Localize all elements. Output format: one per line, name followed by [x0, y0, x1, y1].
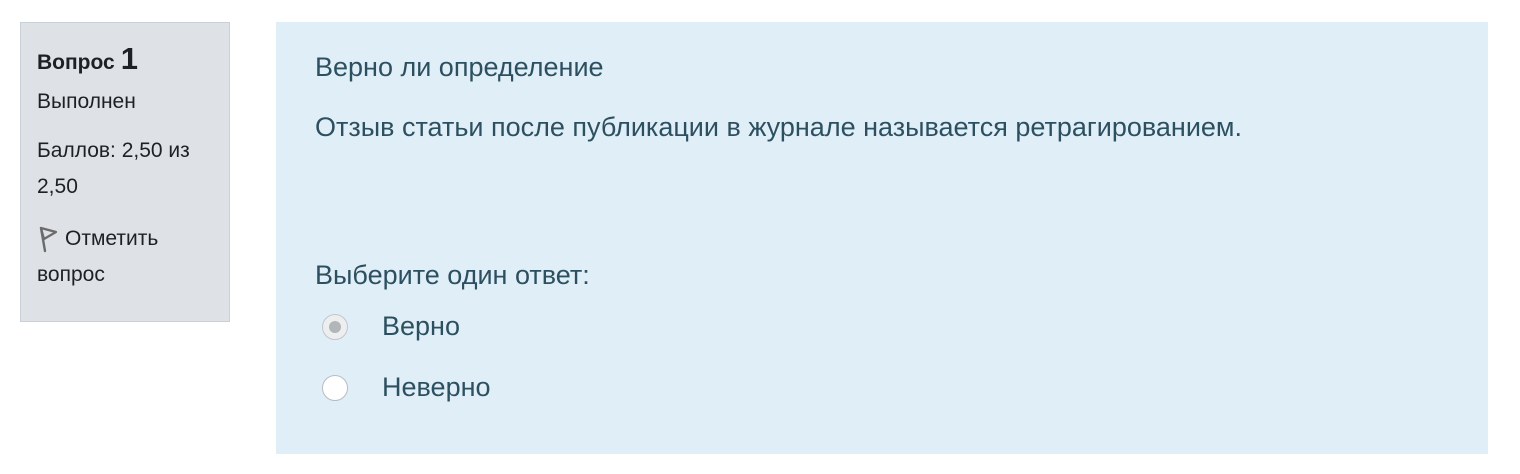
question-heading: Вопрос 1 [37, 41, 213, 81]
answer-label-false: Неверно [382, 372, 491, 402]
radio-false[interactable] [322, 374, 348, 401]
flag-question-link[interactable]: Отметить вопрос [37, 221, 213, 293]
question-title: Верно ли определение [315, 52, 604, 82]
question-info-panel: Вопрос 1 Выполнен Баллов: 2,50 из 2,50 О… [20, 22, 230, 322]
question-content: Верно ли определение Отзыв статьи после … [276, 22, 1488, 454]
flag-icon [37, 225, 59, 253]
question-text: Отзыв статьи после публикации в журнале … [315, 112, 1242, 142]
question-number: 1 [120, 41, 138, 76]
answer-option-true[interactable]: Верно [322, 311, 460, 342]
radio-true[interactable] [322, 313, 348, 340]
answer-option-false[interactable]: Неверно [322, 372, 491, 403]
question-label: Вопрос [37, 51, 115, 74]
answer-label-true: Верно [382, 311, 460, 341]
question-state: Выполнен [37, 90, 136, 113]
answer-prompt: Выберите один ответ: [315, 260, 590, 290]
question-grade: Баллов: 2,50 из 2,50 [37, 139, 190, 198]
